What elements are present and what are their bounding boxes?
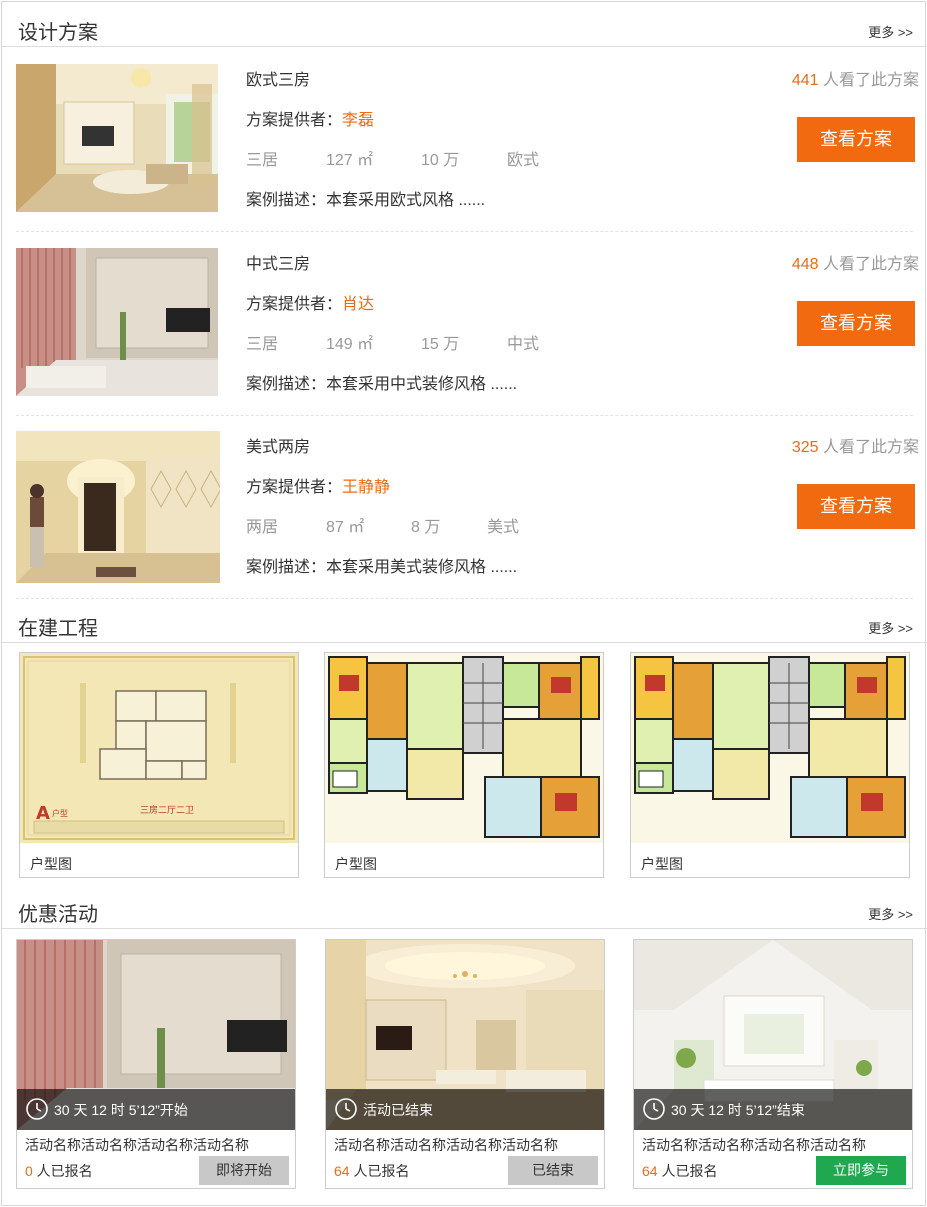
activity-time: 30 天 12 时 5’12”结束 [671,1102,805,1118]
activity-name[interactable]: 活动名称活动名称活动名称活动名称 [642,1135,866,1155]
signup-suffix: 人已报名 [657,1163,718,1179]
design-item: 中式三房 方案提供者：肖达 三居 149 ㎡ 15 万 中式 案例描述：本套采用… [2,232,927,416]
spec-area: 127 ㎡ [326,152,374,169]
design-item: 美式两房 方案提供者：王静静 两居 87 ㎡ 8 万 美式 案例描述：本套采用美… [2,415,927,599]
plan-label-title: 三房二厅二卫 [140,804,194,816]
spec-style: 欧式 [507,152,540,169]
activity-signup-count: 64 人已报名 [642,1161,717,1181]
signup-suffix: 人已报名 [32,1163,93,1179]
promo-section-title: 优惠活动 [18,904,98,926]
spec-area: 87 ㎡ [326,519,365,536]
view-plan-button[interactable]: 查看方案 [797,301,915,346]
design-section-header: 设计方案 更多 >> [2,2,927,47]
design-description: 案例描述：本套采用中式装修风格 ...... [246,376,518,393]
provider-name[interactable]: 肖达 [342,296,374,313]
provider-name[interactable]: 王静静 [342,479,390,496]
floor-plan-card[interactable]: 户型图 [630,652,910,878]
spec-area: 149 ㎡ [326,336,374,353]
spec-rooms: 三居 [246,152,279,169]
design-view-count: 448 人看了此方案 [792,250,919,274]
design-provider: 方案提供者：李磊 [246,106,374,130]
view-count-number: 441 [791,72,819,89]
design-photo-european-living-room[interactable] [16,64,218,212]
floor-plan-image: A 户型 三房二厅二卫 [20,653,298,843]
activity-time: 30 天 12 时 5’12”开始 [54,1102,188,1118]
activity-time: 活动已结束 [363,1102,433,1118]
clock-icon [335,1098,357,1120]
design-photo-american-hallway[interactable] [16,431,220,583]
provider-label: 方案提供者： [246,479,343,496]
activity-card: 30 天 12 时 5’12”结束 活动名称活动名称活动名称活动名称 64 人已… [633,939,913,1189]
signup-suffix: 人已报名 [349,1163,410,1179]
spec-rooms: 两居 [246,519,279,536]
design-description: 案例描述：本套采用美式装修风格 ...... [246,559,518,576]
provider-name[interactable]: 李磊 [342,112,374,129]
design-description: 案例描述：本套采用欧式风格 ...... [246,192,486,209]
activity-card: 活动已结束 活动名称活动名称活动名称活动名称 64 人已报名 已结束 [325,939,605,1189]
view-count-number: 325 [791,439,819,456]
view-count-suffix: 人看了此方案 [818,256,919,273]
view-count-number: 448 [791,256,819,273]
activity-countdown-bar: 30 天 12 时 5’12”结束 [634,1089,912,1130]
floor-plan-caption: 户型图 [335,856,377,872]
floor-plan-caption: 户型图 [641,856,683,872]
floor-plan-image [631,653,909,843]
design-name: 美式两房 [246,439,311,456]
signup-number: 64 [642,1163,658,1179]
signup-number: 64 [334,1163,350,1179]
clock-icon [643,1098,665,1120]
construction-section-title: 在建工程 [18,618,98,640]
plan-label-sub: 户型 [52,808,68,818]
join-now-button[interactable]: 立即参与 [816,1156,906,1185]
promo-section-header: 优惠活动 更多 >> [2,884,927,929]
design-item: 欧式三房 方案提供者：李磊 三居 127 ㎡ 10 万 欧式 案例描述：本套采用… [2,48,927,232]
provider-label: 方案提供者： [246,112,343,129]
design-name: 中式三房 [246,256,311,273]
spec-style: 中式 [507,336,540,353]
construction-section-header: 在建工程 更多 >> [2,598,927,643]
activity-name[interactable]: 活动名称活动名称活动名称活动名称 [25,1135,249,1155]
design-view-count: 441 人看了此方案 [792,66,919,90]
activity-name[interactable]: 活动名称活动名称活动名称活动名称 [334,1135,558,1155]
design-photo-chinese-living-room[interactable] [16,248,218,396]
page-frame: 设计方案 更多 >> 欧式三房 方案提供者：李磊 三居 127 ㎡ 10 万 欧… [1,1,927,1206]
signup-number: 0 [25,1163,33,1179]
spec-style: 美式 [487,519,520,536]
design-provider: 方案提供者：肖达 [246,290,374,314]
view-count-suffix: 人看了此方案 [818,439,919,456]
construction-more-link[interactable]: 更多 >> [868,618,913,637]
promo-more-link[interactable]: 更多 >> [868,904,913,923]
design-section-title: 设计方案 [18,22,98,44]
view-count-suffix: 人看了此方案 [818,72,919,89]
view-plan-button[interactable]: 查看方案 [797,484,915,529]
design-more-link[interactable]: 更多 >> [868,22,913,41]
floor-plan-image [325,653,603,843]
view-plan-button[interactable]: 查看方案 [797,117,915,162]
activity-card: 30 天 12 时 5’12”开始 活动名称活动名称活动名称活动名称 0 人已报… [16,939,296,1189]
design-name: 欧式三房 [246,72,311,89]
activity-countdown-bar: 30 天 12 时 5’12”开始 [17,1089,295,1130]
clock-icon [26,1098,48,1120]
spec-price: 8 万 [411,519,441,536]
floor-plan-card[interactable]: A 户型 三房二厅二卫 户型图 [19,652,299,878]
spec-price: 10 万 [421,152,460,169]
spec-price: 15 万 [421,336,460,353]
provider-label: 方案提供者： [246,296,343,313]
spec-rooms: 三居 [246,336,279,353]
floor-plan-caption: 户型图 [30,856,72,872]
design-view-count: 325 人看了此方案 [792,433,919,457]
design-provider: 方案提供者：王静静 [246,473,390,497]
coming-soon-button[interactable]: 即将开始 [199,1156,289,1185]
ended-button[interactable]: 已结束 [508,1156,598,1185]
floor-plan-card[interactable]: 户型图 [324,652,604,878]
activity-signup-count: 64 人已报名 [334,1161,409,1181]
activity-signup-count: 0 人已报名 [25,1161,93,1181]
activity-countdown-bar: 活动已结束 [326,1089,604,1130]
